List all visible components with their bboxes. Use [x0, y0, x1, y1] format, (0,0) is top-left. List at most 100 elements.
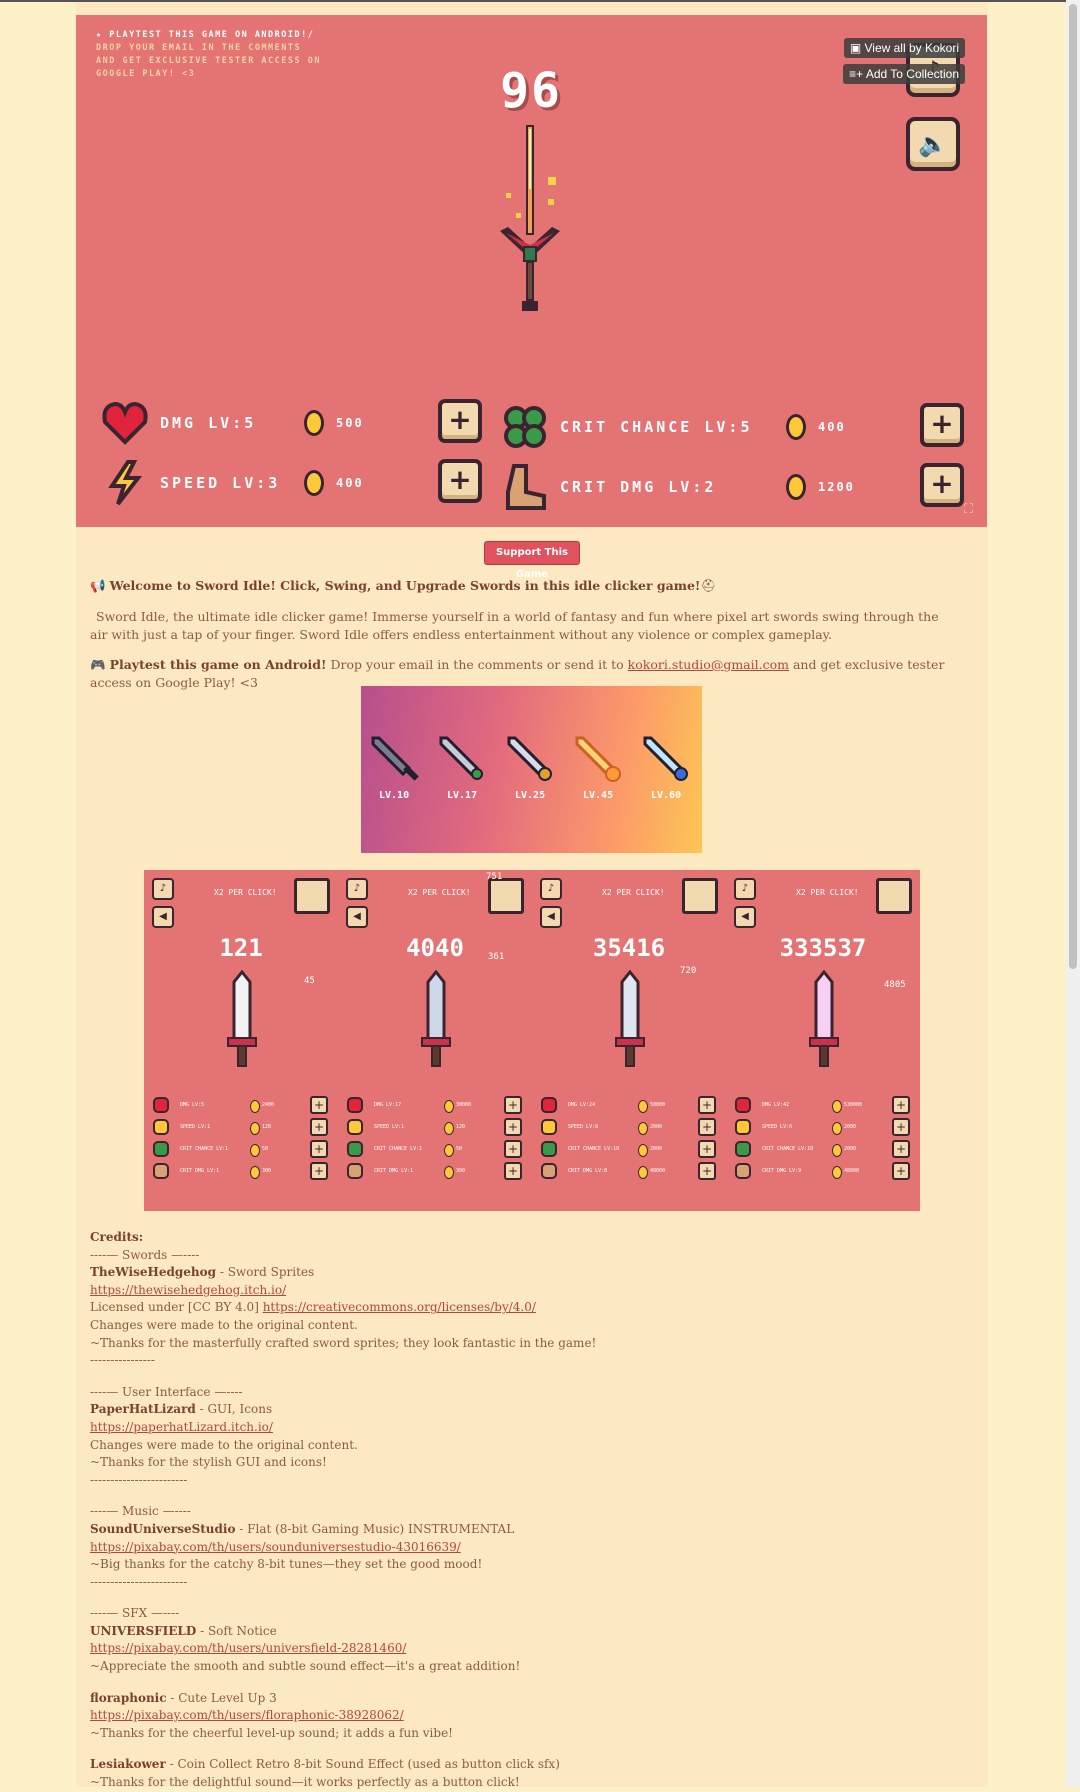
speaker-icon: ◀: [540, 906, 562, 928]
email-link[interactable]: kokori.studio@gmail.com: [628, 657, 789, 672]
credit-thanks: ~Thanks for the cheerful level-up sound;…: [90, 1725, 453, 1740]
fullscreen-icon[interactable]: ⛶: [964, 503, 978, 517]
upgrade-crit-chance-button[interactable]: +: [920, 403, 964, 447]
stat-label: SPEED LV:1: [374, 1124, 405, 1130]
clover-icon: [153, 1141, 169, 1157]
sword-sprite: [421, 970, 451, 1067]
speaker-icon: ◀: [346, 906, 368, 928]
sword-icon: [575, 736, 621, 782]
upgrade-button: +: [698, 1096, 716, 1114]
upgrade-button: +: [310, 1140, 328, 1158]
stat-label: CRIT CHANCE LV:1: [374, 1146, 423, 1152]
stat-row: DMG LV:5 2400 +: [152, 1096, 332, 1116]
level-label: LV.45: [583, 790, 614, 801]
upgrade-button: +: [698, 1118, 716, 1136]
upgrade-button: +: [310, 1096, 328, 1114]
scrollbar[interactable]: [1066, 0, 1080, 1787]
sword-sprite[interactable]: [486, 119, 576, 329]
stat-cost: 50: [456, 1146, 463, 1152]
speaker-icon: ◀: [734, 906, 756, 928]
screenshots-strip: ♪ ◀ X2 PER CLICK! 121 45 DMG LV:5 2400 + SPEED L…: [144, 870, 920, 1211]
credit-link[interactable]: https://pixabay.com/th/users/floraphonic…: [90, 1708, 404, 1722]
heart-icon: [735, 1097, 751, 1113]
coin-icon: [832, 1122, 842, 1135]
license-link[interactable]: https://creativecommons.org/licenses/by/…: [263, 1300, 536, 1314]
coin-icon: [250, 1122, 260, 1135]
heart-icon: [347, 1097, 363, 1113]
upgrade-button: +: [504, 1162, 522, 1180]
credit-role: - Soft Notice: [196, 1623, 277, 1638]
view-all-label: View all by Kokori: [864, 41, 960, 55]
music-note-icon: ♪: [346, 878, 368, 900]
stat-label: DMG LV:5: [180, 1102, 205, 1108]
x2-per-click-label: X2 PER CLICK!: [602, 888, 665, 897]
sound-toggle-button[interactable]: 🔈: [906, 117, 960, 171]
upgrade-button: +: [310, 1162, 328, 1180]
stat-label: CRIT CHANCE LV:5: [560, 418, 753, 436]
screenshot-panel: ♪ ◀ X2 PER CLICK! 35416 720 DMG LV:24 50000 + SP…: [532, 870, 726, 1211]
sword-icon: [371, 736, 419, 781]
section-heading: ----— SFX —----: [90, 1606, 180, 1621]
upgrade-button: +: [310, 1118, 328, 1136]
credit-link[interactable]: https://pixabay.com/th/users/sounduniver…: [90, 1540, 461, 1554]
damage-popup: 720: [680, 966, 697, 976]
credit-name: UNIVERSFIELD: [90, 1623, 197, 1638]
damage-popup: 4805: [884, 980, 906, 990]
add-to-collection-button[interactable]: ≡+ Add To Collection: [843, 64, 965, 84]
credit-thanks: ~Thanks for the masterfully crafted swor…: [90, 1335, 597, 1350]
stat-label: SPEED LV:1: [180, 1124, 211, 1130]
credit-link[interactable]: https://thewisehedgehog.itch.io/: [90, 1283, 286, 1297]
view-all-button[interactable]: ▣ View all by Kokori: [843, 38, 965, 58]
megaphone-icon: 📢: [90, 578, 106, 593]
coin-icon: [444, 1144, 454, 1157]
stat-row: CRIT DMG LV:1 300 +: [346, 1162, 526, 1182]
coin-icon: [304, 410, 324, 436]
score-counter: 121: [219, 934, 263, 962]
stat-label: DMG LV:5: [160, 414, 257, 432]
credit-link[interactable]: https://pixabay.com/th/users/universfiel…: [90, 1641, 406, 1655]
upgrade-button: +: [892, 1162, 910, 1180]
boot-icon: [541, 1163, 557, 1179]
lightning-icon: [541, 1119, 557, 1135]
stat-cost: 400: [818, 420, 846, 434]
playtest-line: DROP YOUR EMAIL IN THE COMMENTS: [96, 43, 302, 53]
playtest-text: Drop your email in the comments or send …: [326, 657, 628, 672]
stat-cost: 50000: [650, 1102, 666, 1108]
upgrade-button: +: [504, 1118, 522, 1136]
welcome-line: 📢 Welcome to Sword Idle! Click, Swing, a…: [90, 577, 960, 595]
credit-link[interactable]: https://paperhatLizard.itch.io/: [90, 1420, 273, 1434]
stat-cost-speed: 400: [304, 455, 364, 511]
stat-cost: 120: [262, 1124, 272, 1130]
upgrade-speed-button[interactable]: +: [438, 459, 482, 503]
level-label: LV.25: [515, 790, 546, 801]
coin-icon: [638, 1122, 648, 1135]
sword-sprite: [615, 970, 645, 1067]
coin-icon: [832, 1166, 842, 1179]
stat-label: CRIT CHANCE LV:1: [180, 1146, 229, 1152]
screenshot-panel: ♪ ◀ X2 PER CLICK! 121 45 DMG LV:5 2400 + SPEED L…: [144, 870, 338, 1211]
divider-text: ----------------: [90, 1353, 155, 1368]
upgrade-button: +: [504, 1140, 522, 1158]
credit-note: Changes were made to the original conten…: [90, 1317, 358, 1332]
stat-cost: 2000: [844, 1124, 857, 1130]
game-frame[interactable]: ★ PLAYTEST THIS GAME ON ANDROID!/ DROP Y…: [76, 15, 987, 527]
x2-per-click-label: X2 PER CLICK!: [408, 888, 471, 897]
playtest-line: AND GET EXCLUSIVE TESTER ACCESS ON: [96, 56, 321, 66]
stat-row-crit-chance: CRIT CHANCE LV:5: [500, 399, 753, 455]
level-label: LV.60: [651, 790, 682, 801]
heart-icon: [541, 1097, 557, 1113]
lightning-icon: [347, 1119, 363, 1135]
coin-icon: [250, 1100, 260, 1113]
stat-row: DMG LV:17 30000 +: [346, 1096, 526, 1116]
upgrade-crit-dmg-button[interactable]: +: [920, 463, 964, 507]
stat-row: SPEED LV:6 2000 +: [540, 1118, 720, 1138]
support-game-button[interactable]: Support This Game: [484, 541, 580, 580]
stat-cost: 300: [456, 1168, 466, 1174]
license-text: Licensed under [CC BY 4.0]: [90, 1300, 263, 1315]
credit-thanks: ~Thanks for the stylish GUI and icons!: [90, 1455, 327, 1470]
stat-row-dmg: DMG LV:5: [100, 395, 256, 451]
level-label: LV.17: [447, 790, 478, 801]
clover-icon: [500, 402, 550, 452]
scrollbar-thumb[interactable]: [1069, 4, 1077, 969]
upgrade-dmg-button[interactable]: +: [438, 399, 482, 443]
